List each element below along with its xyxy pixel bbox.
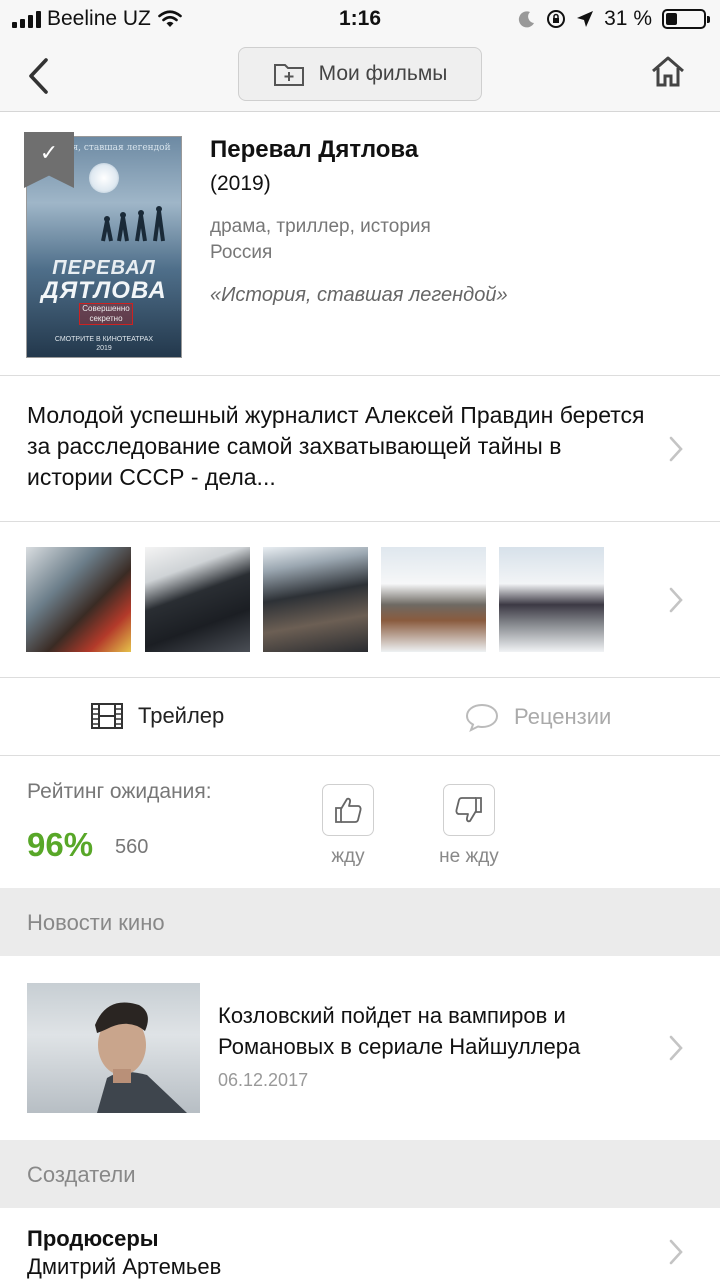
like-button[interactable]: жду xyxy=(298,784,398,868)
home-icon[interactable] xyxy=(650,54,686,90)
dislike-button[interactable]: не жду xyxy=(419,784,519,868)
poster-title-line2: ДЯТЛОВА xyxy=(41,277,167,304)
navigation-bar: Мои фильмы xyxy=(0,40,720,112)
thumbs-down-box[interactable] xyxy=(443,784,495,836)
chevron-left-icon[interactable] xyxy=(22,54,62,98)
poster-stamp: Совершенно секретно xyxy=(79,303,133,325)
thumbs-down-icon xyxy=(455,797,482,823)
news-item[interactable]: Козловский пойдет на вампиров и Романовы… xyxy=(0,956,720,1140)
like-label: жду xyxy=(331,846,365,867)
battery-fill xyxy=(666,13,678,25)
section-header-news: Новости кино xyxy=(0,888,720,956)
movie-tagline: «История, ставшая легендой» xyxy=(210,284,508,306)
poster-bottom-line2: 2019 xyxy=(96,345,112,352)
news-image xyxy=(27,983,200,1113)
moon-icon xyxy=(518,11,535,28)
still-image[interactable] xyxy=(263,547,368,652)
battery-icon xyxy=(662,9,710,29)
movie-country: Россия xyxy=(210,242,273,263)
section-header-creators: Создатели xyxy=(0,1140,720,1208)
expectation-rating: Рейтинг ожидания: 96% 560 жду не жду xyxy=(0,756,720,888)
rating-count: 560 xyxy=(115,836,149,858)
status-right: 31 % xyxy=(518,7,710,31)
still-image[interactable] xyxy=(381,547,486,652)
thumbs-up-icon xyxy=(335,797,362,823)
reviews-label: Рецензии xyxy=(514,704,612,729)
checkmark-icon: ✓ xyxy=(39,140,59,165)
my-movies-label: Мои фильмы xyxy=(318,62,448,85)
poster-bottom-text: СМОТРИТЕ В КИНОТЕАТРАХ 2019 xyxy=(27,335,181,353)
poster-moon xyxy=(89,163,119,193)
movie-description-row[interactable]: Молодой успешный журналист Алексей Правд… xyxy=(0,376,720,522)
poster-bottom-line1: СМОТРИТЕ В КИНОТЕАТРАХ xyxy=(54,336,154,343)
rating-percent: 96% xyxy=(27,826,94,863)
my-movies-button[interactable]: Мои фильмы xyxy=(238,47,482,101)
creator-role: Продюсеры xyxy=(27,1226,159,1251)
movie-title: Перевал Дятлова xyxy=(210,136,419,163)
chevron-right-icon xyxy=(669,1239,683,1265)
still-image[interactable] xyxy=(499,547,604,652)
reviews-button[interactable]: Рецензии xyxy=(464,702,611,732)
trailer-label: Трейлер xyxy=(138,703,225,728)
section-title: Создатели xyxy=(27,1162,136,1187)
chevron-right-icon xyxy=(669,587,683,613)
trailer-button[interactable]: Трейлер xyxy=(90,702,224,730)
movie-header: История, ставшая легендой ПЕРЕВАЛ ДЯТЛОВ… xyxy=(0,112,720,376)
creator-name: Дмитрий Артемьев xyxy=(27,1254,222,1279)
thumbs-up-box[interactable] xyxy=(322,784,374,836)
location-arrow-icon xyxy=(577,11,594,27)
orientation-lock-icon xyxy=(547,10,566,28)
movie-genres: драма, триллер, история xyxy=(210,216,431,237)
news-title: Козловский пойдет на вампиров и Романовы… xyxy=(218,1003,581,1059)
dislike-label: не жду xyxy=(439,846,499,867)
movie-info: Перевал Дятлова (2019) драма, триллер, и… xyxy=(210,136,690,307)
film-icon xyxy=(91,703,123,729)
news-portrait xyxy=(95,1002,187,1113)
still-image[interactable] xyxy=(26,547,131,652)
status-bar: Beeline UZ 1:16 31 % xyxy=(0,0,720,40)
movie-description: Молодой успешный журналист Алексей Правд… xyxy=(27,402,645,490)
folder-plus-icon xyxy=(273,64,304,86)
actions-row: Трейлер Рецензии xyxy=(0,678,720,756)
chevron-right-icon xyxy=(669,436,683,462)
section-title: Новости кино xyxy=(27,910,165,935)
movie-year: (2019) xyxy=(210,172,271,195)
rating-label: Рейтинг ожидания: xyxy=(27,780,212,803)
speech-bubble-icon xyxy=(465,703,499,732)
battery-percent: 31 % xyxy=(604,7,652,30)
chevron-right-icon xyxy=(669,1035,683,1061)
movie-stills-row[interactable] xyxy=(0,522,720,678)
creator-row-producers[interactable]: Продюсеры Дмитрий Артемьев xyxy=(0,1208,720,1280)
poster-figures xyxy=(101,206,165,242)
still-image[interactable] xyxy=(145,547,250,652)
news-date: 06.12.2017 xyxy=(218,1070,309,1090)
